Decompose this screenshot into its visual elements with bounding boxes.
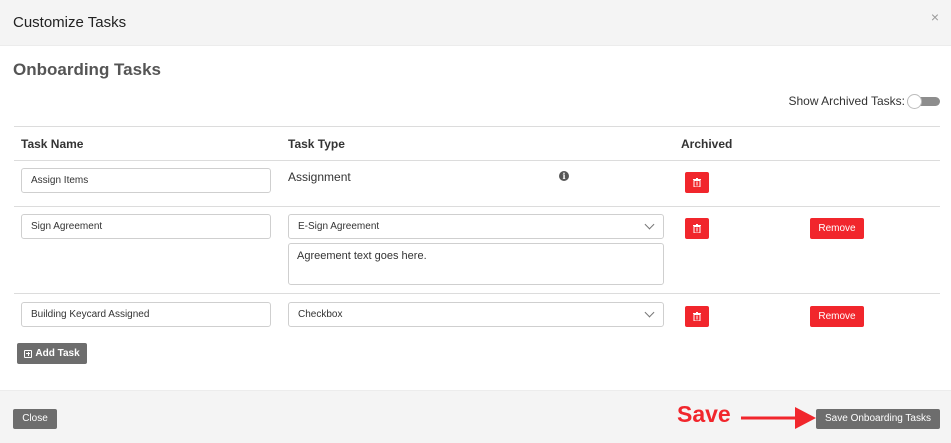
table-divider [14, 126, 940, 127]
chevron-down-icon [644, 219, 655, 230]
modal-title: Customize Tasks [13, 14, 127, 31]
close-button[interactable]: Close [13, 409, 57, 429]
chevron-down-icon [644, 307, 655, 318]
column-header-archived: Archived [681, 137, 733, 151]
task-type-select[interactable]: Checkbox [288, 302, 664, 327]
column-header-task-name: Task Name [21, 137, 84, 151]
trash-icon [693, 312, 701, 321]
show-archived-label: Show Archived Tasks: [788, 94, 905, 108]
save-annotation: Save [677, 401, 731, 427]
task-name-input[interactable] [21, 302, 271, 327]
remove-task-button[interactable]: Remove [810, 218, 864, 239]
task-type-select-value: Checkbox [298, 309, 343, 320]
section-title: Onboarding Tasks [13, 60, 161, 79]
archive-trash-button[interactable] [685, 306, 709, 327]
add-task-label: Add Task [35, 348, 80, 359]
arrow-right-icon [741, 407, 816, 429]
task-type-select[interactable]: E-Sign Agreement [288, 214, 664, 239]
show-archived-toggle[interactable] [907, 93, 940, 109]
toggle-knob [907, 93, 922, 109]
close-icon[interactable]: × [931, 10, 939, 24]
save-onboarding-tasks-button[interactable]: Save Onboarding Tasks [816, 409, 940, 429]
trash-icon [693, 178, 701, 187]
row-divider [14, 293, 940, 294]
task-type-text: Assignment [288, 170, 351, 184]
modal-header: Customize Tasks × [0, 0, 951, 46]
row-divider [14, 206, 940, 207]
add-task-button[interactable]: Add Task [17, 343, 87, 364]
task-name-input[interactable] [21, 214, 271, 239]
task-type-select-value: E-Sign Agreement [298, 221, 380, 232]
remove-task-button[interactable]: Remove [810, 306, 864, 327]
archive-trash-button[interactable] [685, 172, 709, 193]
agreement-text-area[interactable]: Agreement text goes here. [288, 243, 664, 285]
show-archived-toggle-group: Show Archived Tasks: [788, 93, 940, 109]
row-divider [14, 160, 940, 161]
plus-square-icon [24, 349, 33, 358]
column-header-task-type: Task Type [288, 137, 345, 151]
info-icon[interactable]: i [559, 171, 569, 181]
archive-trash-button[interactable] [685, 218, 709, 239]
task-name-input[interactable] [21, 168, 271, 193]
modal-footer: Close Save Save Onboarding Tasks [0, 390, 951, 443]
trash-icon [693, 224, 701, 233]
